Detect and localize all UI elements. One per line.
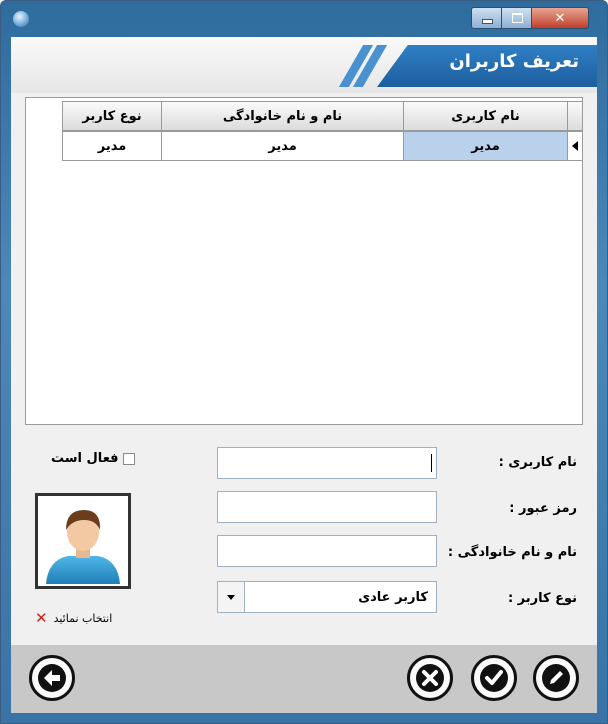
grid-header-row: نام کاربری نام و نام خانوادگی نوع کاربر [62, 101, 582, 131]
row-selector[interactable] [568, 131, 582, 161]
title-bar[interactable]: ✕ [1, 1, 607, 37]
dropdown-button[interactable] [218, 582, 245, 612]
cancel-button[interactable] [407, 655, 453, 701]
user-avatar-icon [46, 510, 120, 584]
cell-username[interactable]: مدیر [404, 131, 568, 161]
minimize-icon [481, 18, 493, 24]
active-label: فعال است [51, 451, 119, 466]
maximize-button[interactable] [501, 7, 533, 29]
back-icon [38, 664, 66, 692]
page-title: تعریف کاربران [449, 51, 579, 72]
column-header-fullname[interactable]: نام و نام خانوادگی [162, 101, 404, 131]
header-banner: تعریف کاربران [11, 37, 597, 93]
grid-table: نام کاربری نام و نام خانوادگی نوع کاربر … [62, 101, 582, 161]
maximize-icon [511, 13, 523, 23]
edit-icon [542, 664, 570, 692]
row-header-corner [568, 101, 582, 131]
cell-usertype[interactable]: مدیر [62, 131, 162, 161]
active-checkbox-wrap[interactable]: فعال است [51, 451, 135, 466]
app-icon [13, 11, 29, 27]
choose-photo-label: انتخاب نمائید [53, 611, 113, 625]
cell-fullname[interactable]: مدیر [162, 131, 404, 161]
user-photo[interactable] [35, 493, 131, 589]
user-form: نام کاربری : رمز عبور : نام و نام خانواد… [11, 429, 597, 639]
usertype-value: کاربر عادی [358, 589, 428, 605]
edit-button[interactable] [533, 655, 579, 701]
fullname-field[interactable] [217, 535, 437, 567]
close-icon: ✕ [554, 10, 566, 26]
username-field[interactable] [217, 447, 437, 479]
users-grid[interactable]: نام کاربری نام و نام خانوادگی نوع کاربر … [25, 97, 583, 425]
password-field[interactable] [217, 491, 437, 523]
minimize-button[interactable] [471, 7, 503, 29]
usertype-label: نوع کاربر : [507, 591, 577, 606]
confirm-button[interactable] [471, 655, 517, 701]
password-label: رمز عبور : [509, 501, 577, 516]
row-indicator-icon [572, 141, 578, 151]
usertype-select[interactable]: کاربر عادی [217, 581, 437, 613]
active-checkbox[interactable] [122, 452, 135, 465]
table-row[interactable]: مدیر مدیر مدیر [62, 131, 582, 161]
text-caret [431, 454, 432, 472]
choose-photo[interactable]: انتخاب نمائید ✕ [35, 609, 112, 627]
cancel-icon [416, 664, 444, 692]
confirm-icon [480, 664, 508, 692]
fullname-label: نام و نام خانوادگی : [447, 545, 577, 560]
column-header-usertype[interactable]: نوع کاربر [62, 101, 162, 131]
client-area: تعریف کاربران نام کاربری نام و نام خانوا… [11, 37, 597, 713]
remove-photo-icon[interactable]: ✕ [35, 609, 48, 627]
bottom-toolbar [11, 645, 597, 713]
chevron-down-icon [227, 594, 235, 600]
close-button[interactable]: ✕ [531, 7, 589, 29]
username-label: نام کاربری : [498, 455, 577, 470]
back-button[interactable] [29, 655, 75, 701]
column-header-username[interactable]: نام کاربری [404, 101, 568, 131]
window: ✕ تعریف کاربران نام کاربری نام و نام خان… [0, 0, 608, 724]
